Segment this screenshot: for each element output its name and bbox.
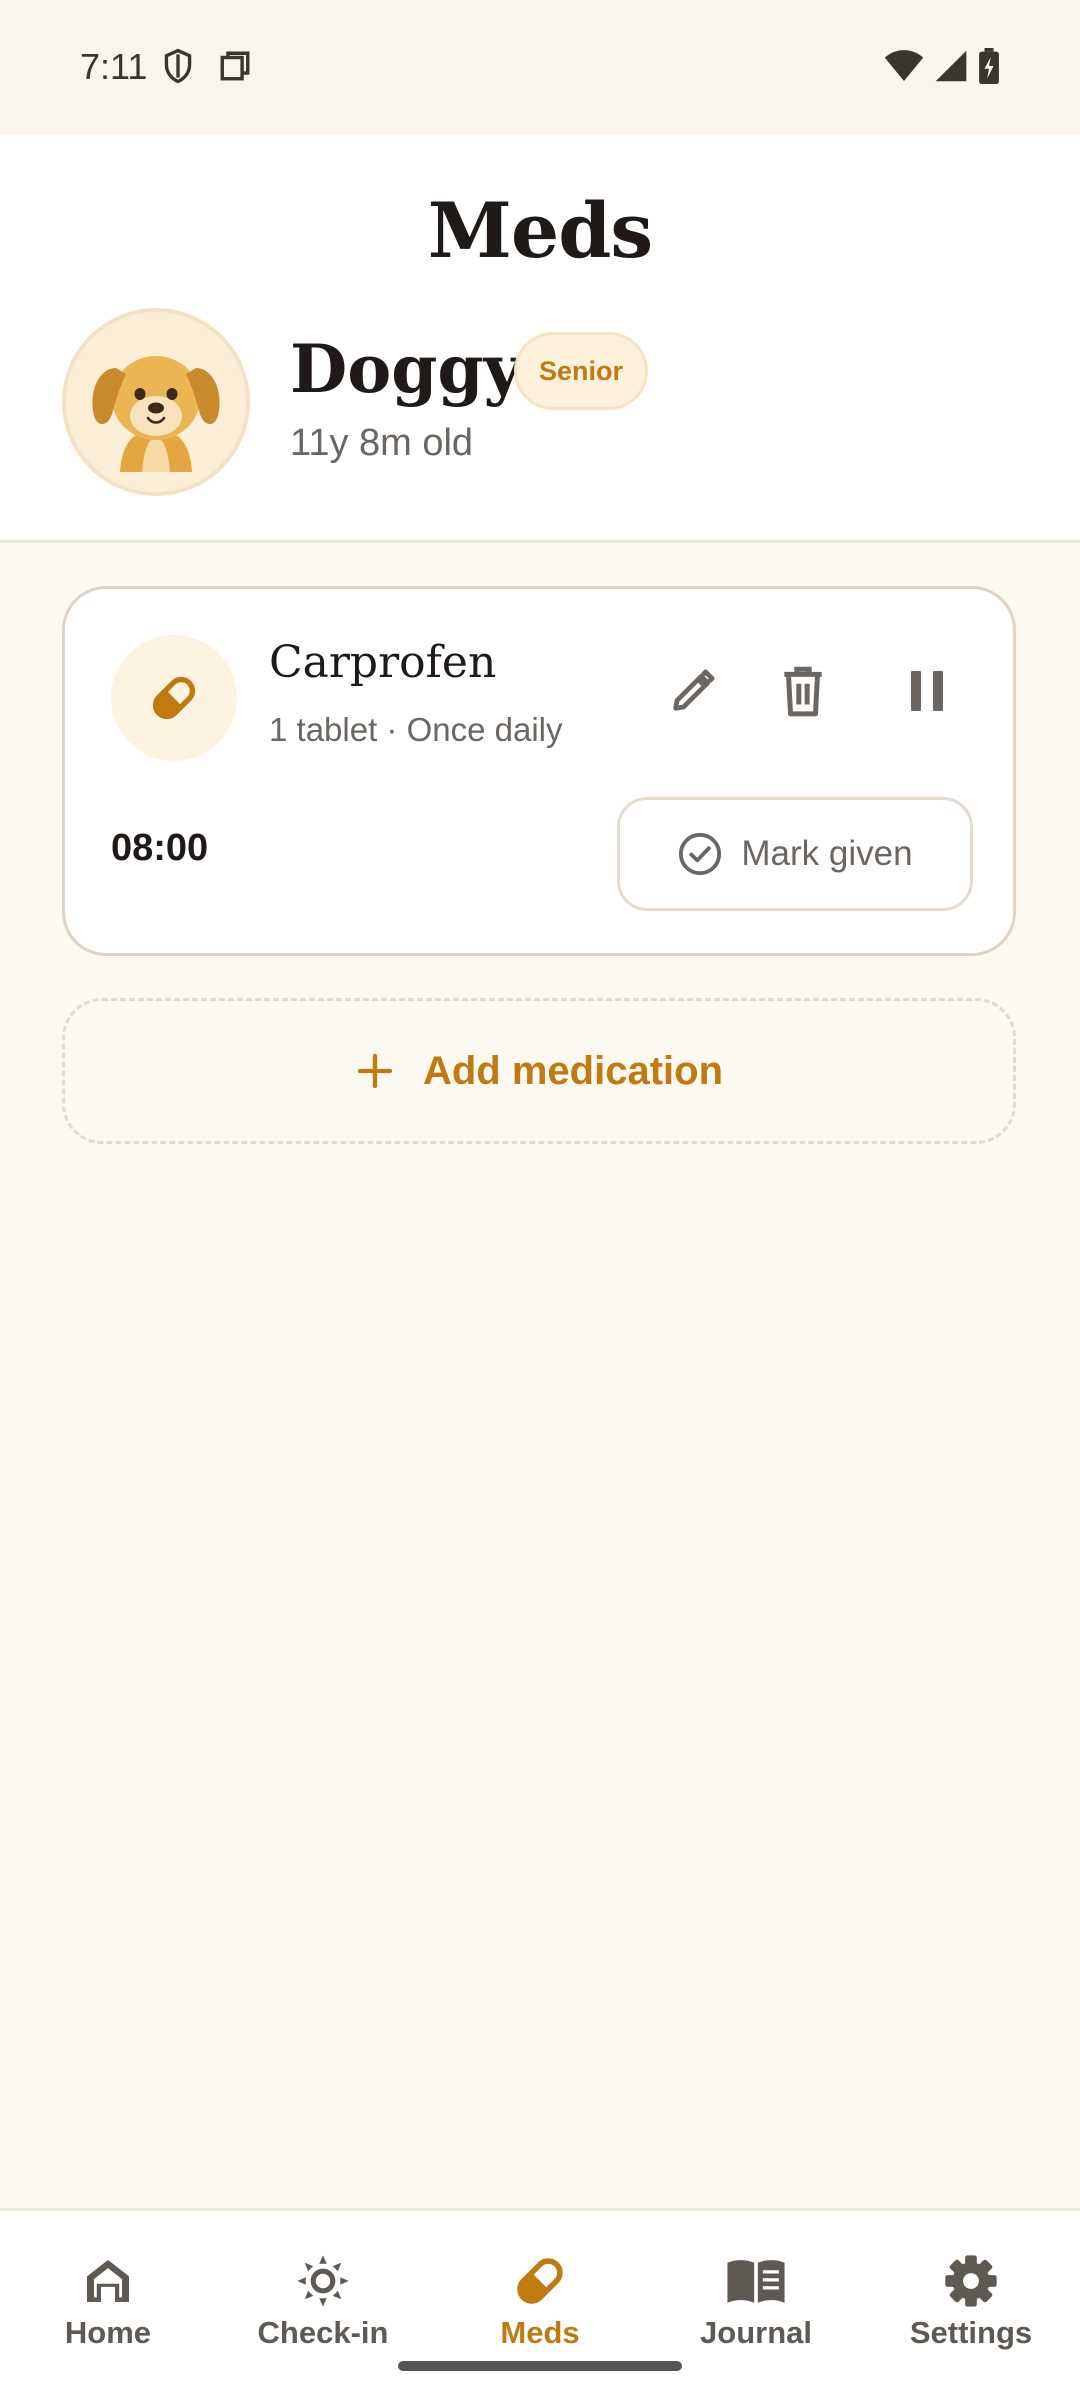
pill-icon <box>152 676 196 720</box>
clipboard-icon <box>218 49 252 88</box>
medication-card[interactable]: Carprofen 1 tablet · Once daily 08:00 Ma… <box>62 586 1016 956</box>
book-icon <box>727 2260 785 2303</box>
pet-name: Doggy <box>290 330 522 408</box>
medication-dosage: 1 tablet · Once daily <box>269 711 563 748</box>
dose-time: 08:00 <box>111 827 209 869</box>
nav-meds[interactable]: Meds <box>440 2253 640 2351</box>
check-circle-icon <box>679 832 722 876</box>
plus-icon <box>357 1053 393 1089</box>
gear-icon <box>945 2255 997 2307</box>
shield-icon <box>162 48 194 89</box>
mark-given-button[interactable]: Mark given <box>617 797 973 911</box>
home-indicator[interactable] <box>398 2361 682 2371</box>
pause-button[interactable] <box>891 655 963 727</box>
signal-icon <box>934 49 968 88</box>
battery-icon <box>978 48 1000 89</box>
nav-journal[interactable]: Journal <box>656 2253 856 2351</box>
pet-avatar[interactable] <box>62 308 250 496</box>
nav-check-in-label: Check-in <box>257 2315 389 2350</box>
nav-settings-label: Settings <box>909 2315 1033 2350</box>
nav-check-in[interactable]: Check-in <box>223 2253 423 2351</box>
page-title: Meds <box>427 186 653 275</box>
delete-button[interactable] <box>767 655 839 727</box>
bottom-navigation: Home Check-in Meds Journal Settings <box>0 2208 1080 2400</box>
nav-settings[interactable]: Settings <box>871 2253 1071 2351</box>
medication-name: Carprofen <box>269 637 497 688</box>
pencil-icon <box>673 669 715 711</box>
trash-icon <box>784 666 822 717</box>
pill-icon <box>517 2258 563 2304</box>
edit-button[interactable] <box>657 655 729 727</box>
sun-icon <box>297 2255 349 2307</box>
dog-face-icon <box>66 312 246 492</box>
mark-given-label: Mark given <box>741 834 913 873</box>
home-icon <box>87 2260 129 2302</box>
senior-badge: Senior <box>514 332 649 410</box>
add-medication-label: Add medication <box>422 1048 724 1093</box>
wifi-icon <box>884 49 924 88</box>
pet-age: 11y 8m old <box>290 422 474 464</box>
nav-meds-label: Meds <box>500 2315 580 2350</box>
pause-icon <box>911 671 943 711</box>
status-time: 7:11 <box>80 46 148 87</box>
pill-badge <box>111 635 237 761</box>
status-bar: 7:11 <box>0 0 1080 134</box>
pet-header: Meds Doggy Senior 11y 8m old <box>0 134 1080 543</box>
nav-home[interactable]: Home <box>8 2253 208 2351</box>
add-medication-button[interactable]: Add medication <box>62 998 1016 1144</box>
nav-journal-label: Journal <box>700 2315 812 2350</box>
nav-home-label: Home <box>64 2315 152 2350</box>
